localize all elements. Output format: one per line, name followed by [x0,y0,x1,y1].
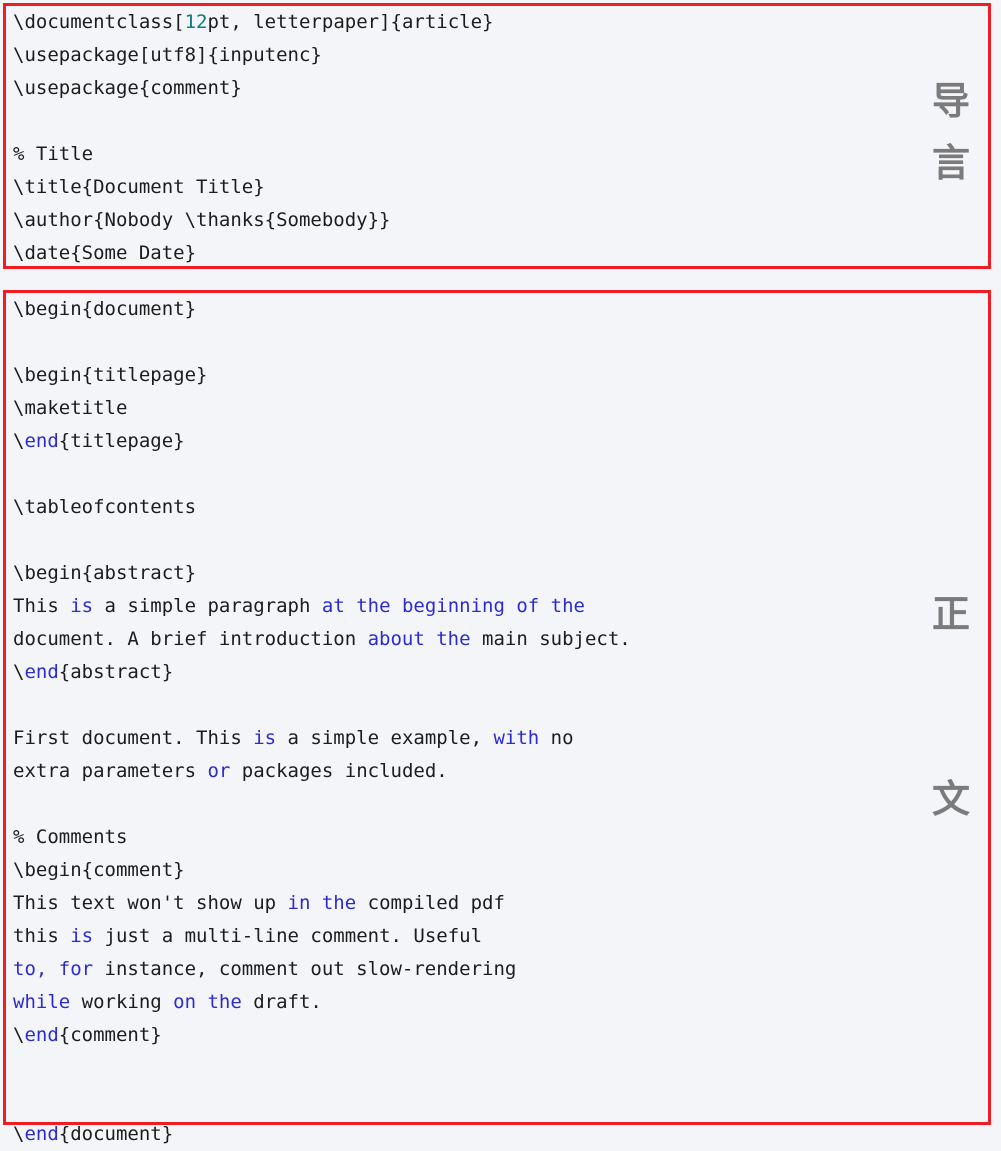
code-line: \tableofcontents [13,491,988,524]
code-line: First document. This is a simple example… [13,722,988,755]
code-line: \date{Some Date} [13,237,988,270]
code-token-plain: \usepackage{comment} [13,77,242,99]
code-token-kw: end [24,1024,59,1046]
code-token-kw: in the [287,892,357,914]
code-token-plain: % Title [13,143,94,165]
code-token-plain: \ [13,1123,25,1145]
code-token-kw: or [207,760,231,782]
code-line: \end{comment} [13,1019,988,1052]
code-line: \end{titlepage} [13,425,988,458]
code-line: \begin{document} [13,293,988,326]
code-token-plain: First document. This [13,727,254,749]
code-token-plain: \ [13,661,25,683]
code-token-plain: a simple example, [276,727,494,749]
code-token-plain: document. A brief introduction [13,628,368,650]
code-token-plain: draft. [241,991,322,1013]
code-line: to, for instance, comment out slow-rende… [13,953,988,986]
code-token-plain: extra parameters [13,760,208,782]
code-token-kw: on the [173,991,242,1013]
code-line: \maketitle [13,392,988,425]
code-token-plain: this [13,925,71,947]
code-token-kw: end [24,430,59,452]
code-token-kw: is [253,727,277,749]
code-token-plain: {document} [58,1123,174,1145]
code-token-plain: \documentclass[ [13,11,185,33]
code-line: extra parameters or packages included. [13,755,988,788]
code-line: \begin{abstract} [13,557,988,590]
code-token-plain: \ [13,1024,25,1046]
code-token-plain: \begin{abstract} [13,562,197,584]
code-line: \end{abstract} [13,656,988,689]
code-line: This is a simple paragraph at the beginn… [13,590,988,623]
code-line: while working on the draft. [13,986,988,1019]
code-line: \end{document} [13,1118,988,1151]
code-token-plain: no [539,727,574,749]
code-line: document. A brief introduction about the… [13,623,988,656]
code-token-plain: \author{Nobody \thanks{Somebody}} [13,209,391,231]
code-token-plain: \begin{document} [13,298,197,320]
code-token-plain: % Comments [13,826,128,848]
code-line: % Title [13,138,988,171]
code-token-plain: This text won't show up [13,892,288,914]
code-token-kw: while [13,991,71,1013]
code-token-kw: with [493,727,540,749]
code-token-plain: {abstract} [58,661,174,683]
section-marker-preamble-char2: 言 [931,141,970,185]
latex-preamble-code-block[interactable]: \documentclass[12pt, letterpaper]{articl… [3,3,991,269]
code-token-plain: \date{Some Date} [13,242,197,264]
code-token-plain: This [13,595,71,617]
preamble-code-text[interactable]: \documentclass[12pt, letterpaper]{articl… [13,6,988,266]
code-token-plain: \begin{comment} [13,859,185,881]
code-token-plain: \maketitle [13,397,128,419]
code-line: \title{Document Title} [13,171,988,204]
code-token-plain: \begin{titlepage} [13,364,208,386]
section-marker-body-char2: 文 [931,777,970,821]
code-token-plain: packages included. [230,760,448,782]
body-code-text[interactable]: \begin{document} \begin{titlepage} \maket… [13,293,988,1145]
code-line: \documentclass[12pt, letterpaper]{articl… [13,6,988,39]
code-token-kw: to, for [13,958,94,980]
code-token-plain: pt, letterpaper]{article} [207,11,494,33]
code-token-plain: main subject. [470,628,631,650]
code-token-kw: about the [367,628,471,650]
code-line: % Comments [13,821,988,854]
code-line: \usepackage{comment} [13,72,988,105]
code-token-kw: is [70,925,94,947]
code-line: \author{Nobody \thanks{Somebody}} [13,204,988,237]
code-token-plain: instance, comment out slow-rendering [93,958,517,980]
code-token-plain: {titlepage} [58,430,185,452]
section-marker-body-char1: 正 [931,592,970,636]
code-token-kw: end [24,661,59,683]
code-line: this is just a multi-line comment. Usefu… [13,920,988,953]
code-token-kw: at the beginning of the [321,595,585,617]
code-token-plain: just a multi-line comment. Useful [93,925,483,947]
code-token-plain: working [70,991,174,1013]
code-token-num: 12 [184,11,208,33]
code-line: \usepackage[utf8]{inputenc} [13,39,988,72]
code-token-plain: a simple paragraph [93,595,322,617]
code-token-plain: \ [13,430,25,452]
code-token-plain: \tableofcontents [13,496,197,518]
code-token-kw: end [24,1123,59,1145]
latex-body-code-block[interactable]: \begin{document} \begin{titlepage} \maket… [3,290,991,1145]
code-token-kw: is [70,595,94,617]
code-line: \begin{comment} [13,854,988,887]
code-line: \begin{titlepage} [13,359,988,392]
code-token-plain: compiled pdf [356,892,505,914]
code-token-plain: \usepackage[utf8]{inputenc} [13,44,322,66]
code-token-plain: {comment} [58,1024,162,1046]
code-token-plain: \title{Document Title} [13,176,265,198]
section-marker-preamble-char1: 导 [931,79,970,123]
code-line: This text won't show up in the compiled … [13,887,988,920]
